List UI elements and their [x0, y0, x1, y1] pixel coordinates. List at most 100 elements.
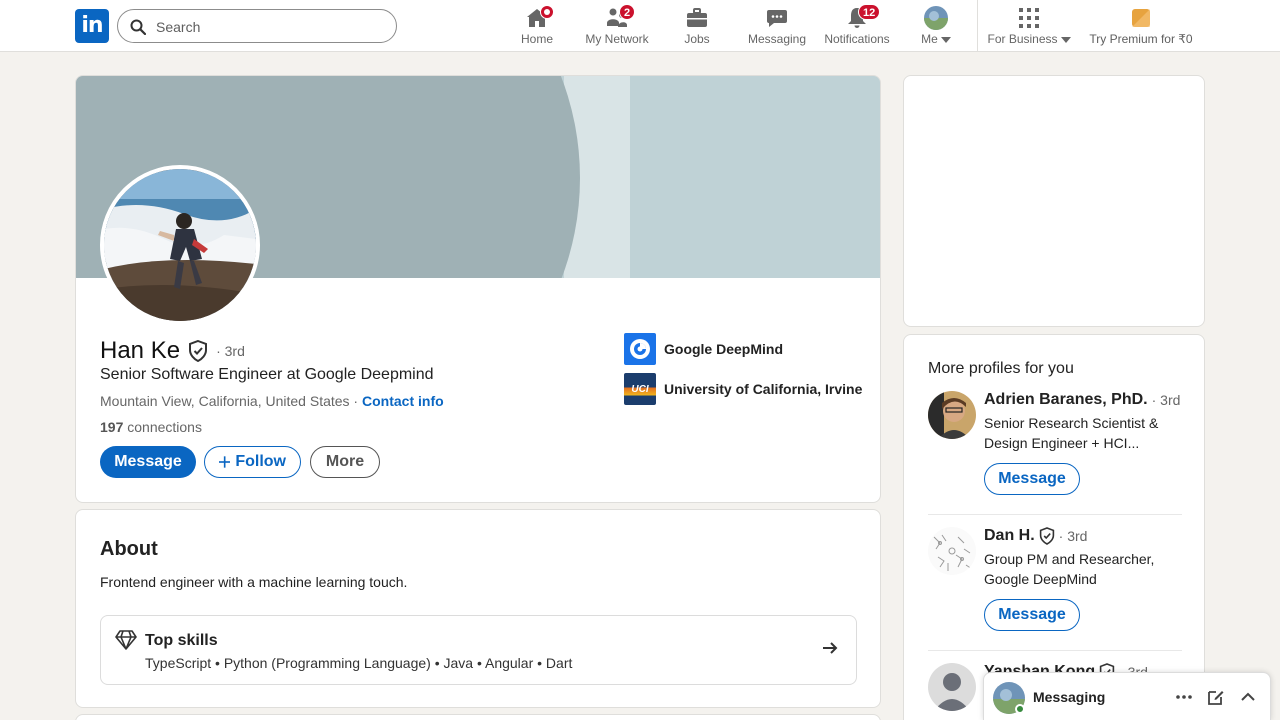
nav-label: Notifications	[824, 32, 890, 46]
me-label: Me	[921, 32, 938, 46]
top-skills-title: Top skills	[145, 632, 218, 649]
messaging-overlay[interactable]: Messaging	[983, 672, 1271, 720]
nav-label: Try Premium for ₹0	[1089, 32, 1193, 46]
chevron-down-icon	[1060, 36, 1071, 43]
more-button-label: More	[325, 453, 365, 470]
home-dot-badge	[540, 5, 554, 19]
messaging-icon	[767, 10, 787, 27]
nav-notifications[interactable]: 12 Notifications	[820, 0, 894, 52]
nav-home[interactable]: Home	[508, 0, 566, 52]
ad-card	[903, 75, 1205, 327]
chevron-up-icon[interactable]	[1238, 687, 1258, 707]
location-separator: ·	[349, 393, 362, 409]
nav-label: Home	[520, 32, 553, 46]
suggestion-name-row[interactable]: Dan H. · 3rd	[984, 527, 1087, 545]
about-title: About	[100, 538, 158, 560]
connections-count: 197	[100, 419, 124, 435]
more-profiles-card: More profiles for you Adrien Baranes, Ph…	[903, 334, 1205, 720]
uci-logo-text: UCI	[631, 383, 649, 395]
suggestion-message-button[interactable]: Message	[984, 463, 1080, 495]
nav-label: My Network	[585, 32, 649, 46]
top-nav: in Home 2 My Network Jobs Messaging 12 N…	[0, 0, 1280, 52]
suggestion-message-button[interactable]: Message	[984, 599, 1080, 631]
more-button[interactable]: More	[310, 446, 380, 478]
follow-button[interactable]: Follow	[204, 446, 301, 478]
search-input[interactable]	[156, 16, 386, 38]
org-name: University of California, Irvine	[664, 381, 863, 397]
linkedin-logo[interactable]: in	[75, 9, 109, 43]
suggestion-button-label: Message	[998, 606, 1066, 623]
suggestion-name: Adrien Baranes, PhD.	[984, 391, 1148, 408]
profile-headline: Senior Software Engineer at Google Deepm…	[100, 366, 434, 383]
org-item-deepmind[interactable]: Google DeepMind	[624, 333, 783, 365]
nav-divider	[977, 0, 978, 52]
notifications-badge: 12	[858, 4, 881, 20]
nav-premium[interactable]: Try Premium for ₹0	[1086, 0, 1196, 52]
more-profiles-title: More profiles for you	[928, 360, 1074, 377]
org-name: Google DeepMind	[664, 341, 783, 357]
top-skills-list: TypeScript • Python (Programming Languag…	[145, 655, 573, 671]
deepmind-logo	[624, 333, 656, 365]
avatar[interactable]	[928, 663, 976, 711]
contact-info-link[interactable]: Contact info	[362, 393, 444, 409]
about-text: Frontend engineer with a machine learnin…	[100, 574, 408, 590]
follow-button-label: Follow	[235, 453, 286, 470]
verified-shield-icon	[1039, 527, 1054, 545]
message-button[interactable]: Message	[100, 446, 196, 478]
suggestion-headline: Senior Research Scientist & Design Engin…	[984, 415, 1159, 451]
nav-label: Messaging	[747, 32, 807, 46]
online-status-dot	[1015, 704, 1025, 714]
messaging-title: Messaging	[1033, 689, 1106, 705]
search-bar[interactable]	[117, 9, 397, 43]
suggestion-name: Dan H.	[984, 527, 1035, 544]
nav-jobs[interactable]: Jobs	[668, 0, 726, 52]
arrow-right-icon[interactable]	[822, 640, 838, 656]
top-skills-box[interactable]: Top skills TypeScript • Python (Programm…	[100, 615, 857, 685]
list-divider	[928, 514, 1182, 515]
suggestion-button-label: Message	[998, 470, 1066, 487]
avatar	[924, 6, 948, 30]
premium-icon	[1132, 9, 1150, 27]
profile-suggestion: Adrien Baranes, PhD. · 3rd Senior Resear…	[928, 391, 1182, 501]
profile-location-row: Mountain View, California, United States…	[100, 393, 444, 409]
profile-name-row: Han Ke · 3rd	[100, 336, 245, 366]
more-options-icon[interactable]	[1174, 687, 1194, 707]
about-card: About Frontend engineer with a machine l…	[75, 509, 881, 708]
nav-messaging[interactable]: Messaging	[742, 0, 812, 52]
list-divider	[928, 650, 1182, 651]
profile-card: Han Ke · 3rd Senior Software Engineer at…	[75, 75, 881, 503]
suggestion-degree: · 3rd	[1058, 528, 1088, 544]
suggestion-degree: · 3rd	[1151, 392, 1181, 408]
connection-degree: · 3rd	[216, 343, 245, 359]
uci-logo: UCI	[624, 373, 656, 405]
nav-my-network[interactable]: 2 My Network	[578, 0, 656, 52]
search-icon	[130, 19, 146, 35]
chevron-down-icon	[940, 36, 951, 43]
for-business-label: For Business	[987, 32, 1058, 46]
nav-label: Jobs	[684, 32, 710, 46]
profile-name: Han Ke	[100, 337, 181, 364]
connections-row[interactable]: 197 connections	[100, 419, 202, 435]
avatar[interactable]	[928, 527, 976, 575]
profile-photo[interactable]	[100, 165, 260, 325]
nav-label: For Business	[986, 32, 1072, 46]
nav-for-business[interactable]: For Business	[986, 0, 1072, 52]
suggestion-name-row[interactable]: Adrien Baranes, PhD. · 3rd	[984, 391, 1180, 409]
grid-icon	[1019, 8, 1039, 28]
message-button-label: Message	[114, 453, 182, 470]
profile-suggestion: Dan H. · 3rd Group PM and Researcher, Go…	[928, 527, 1182, 637]
connections-label: connections	[127, 419, 202, 435]
plus-icon	[219, 456, 231, 468]
next-section-card	[75, 714, 881, 720]
org-item-uci[interactable]: UCI University of California, Irvine	[624, 373, 862, 405]
verified-shield-icon[interactable]	[188, 340, 208, 362]
diamond-icon	[115, 630, 137, 650]
suggestion-headline: Group PM and Researcher, Google DeepMind	[984, 551, 1155, 587]
network-badge: 2	[619, 4, 636, 20]
compose-icon[interactable]	[1206, 687, 1226, 707]
avatar[interactable]	[928, 391, 976, 439]
nav-label: Me	[912, 32, 960, 46]
briefcase-icon	[687, 8, 707, 27]
nav-me[interactable]: Me	[912, 0, 960, 52]
profile-location: Mountain View, California, United States	[100, 393, 350, 409]
